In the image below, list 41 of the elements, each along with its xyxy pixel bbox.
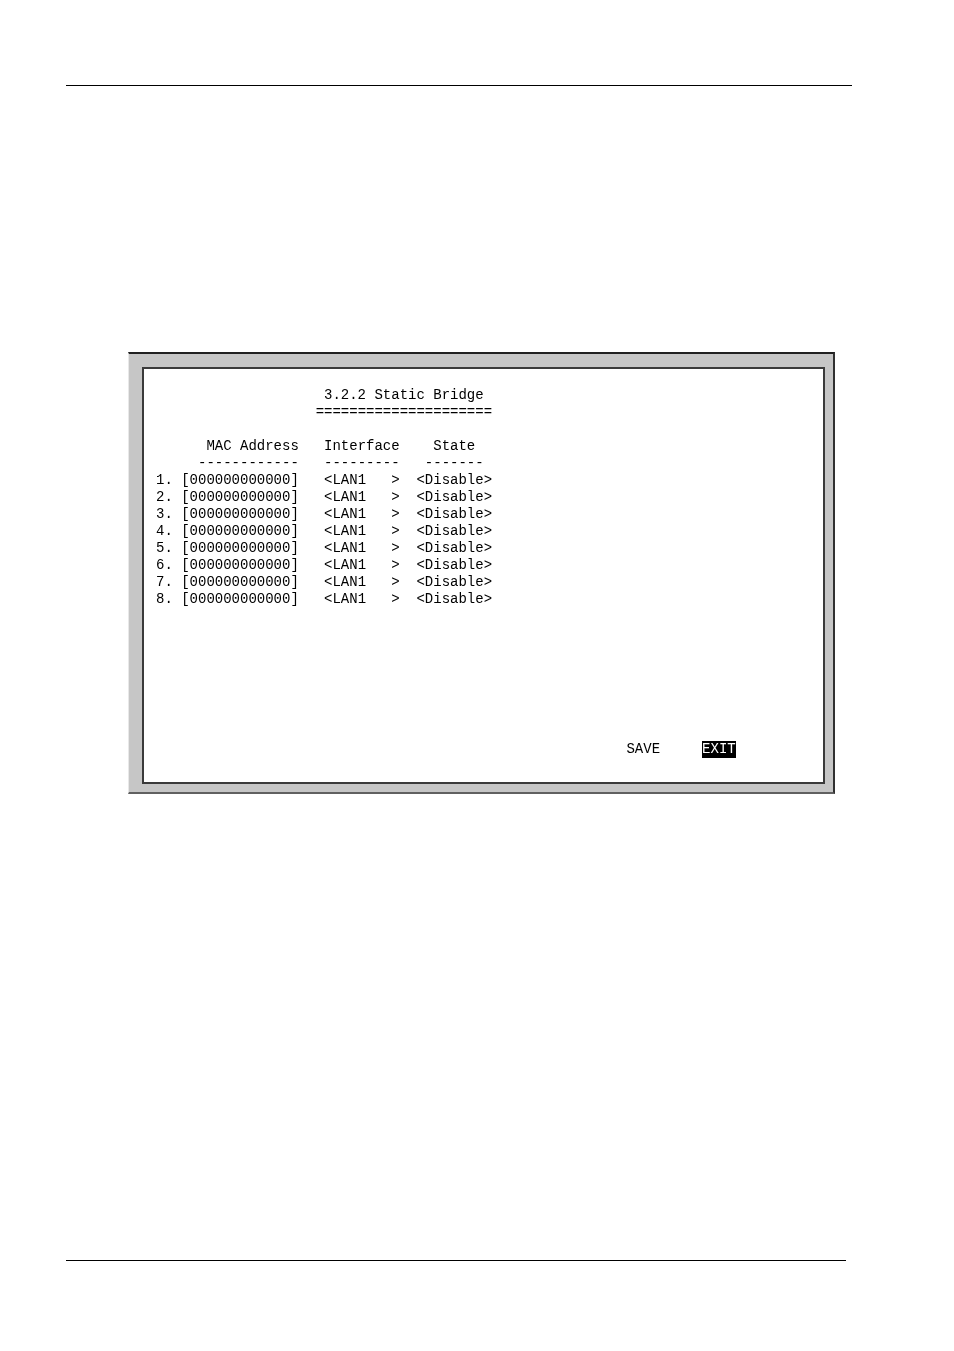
interface-field[interactable]: <LAN1 > <box>324 540 400 557</box>
state-field[interactable]: <Disable> <box>416 472 493 489</box>
state-field[interactable]: <Disable> <box>416 489 493 506</box>
mac-address-field[interactable]: [000000000000] <box>181 574 299 591</box>
screen-title: 3.2.2 Static Bridge <box>324 387 484 404</box>
mac-address-field[interactable]: [000000000000] <box>181 557 299 574</box>
interface-field[interactable]: <LAN1 > <box>324 489 400 506</box>
row-number: 8. <box>156 591 173 608</box>
interface-field[interactable]: <LAN1 > <box>324 472 400 489</box>
row-number: 6. <box>156 557 173 574</box>
interface-field[interactable]: <LAN1 > <box>324 523 400 540</box>
column-header: Interface <box>324 438 400 455</box>
menu-button[interactable]: EXIT <box>702 741 736 758</box>
column-underline: ------- <box>424 455 484 472</box>
title-underline: ===================== <box>315 404 493 421</box>
mac-address-field[interactable]: [000000000000] <box>181 523 299 540</box>
mac-address-field[interactable]: [000000000000] <box>181 472 299 489</box>
row-number: 3. <box>156 506 173 523</box>
mac-address-field[interactable]: [000000000000] <box>181 506 299 523</box>
row-number: 4. <box>156 523 173 540</box>
row-number: 1. <box>156 472 173 489</box>
column-header: State <box>433 438 476 455</box>
column-underline: ------------ <box>198 455 299 472</box>
mac-address-field[interactable]: [000000000000] <box>181 489 299 506</box>
state-field[interactable]: <Disable> <box>416 591 493 608</box>
interface-field[interactable]: <LAN1 > <box>324 574 400 591</box>
column-header: MAC Address <box>206 438 299 455</box>
column-underline: --------- <box>324 455 400 472</box>
state-field[interactable]: <Disable> <box>416 574 493 591</box>
interface-field[interactable]: <LAN1 > <box>324 557 400 574</box>
row-number: 2. <box>156 489 173 506</box>
row-number: 7. <box>156 574 173 591</box>
mac-address-field[interactable]: [000000000000] <box>181 540 299 557</box>
state-field[interactable]: <Disable> <box>416 557 493 574</box>
interface-field[interactable]: <LAN1 > <box>324 506 400 523</box>
state-field[interactable]: <Disable> <box>416 540 493 557</box>
state-field[interactable]: <Disable> <box>416 523 493 540</box>
mac-address-field[interactable]: [000000000000] <box>181 591 299 608</box>
interface-field[interactable]: <LAN1 > <box>324 591 400 608</box>
state-field[interactable]: <Disable> <box>416 506 493 523</box>
row-number: 5. <box>156 540 173 557</box>
